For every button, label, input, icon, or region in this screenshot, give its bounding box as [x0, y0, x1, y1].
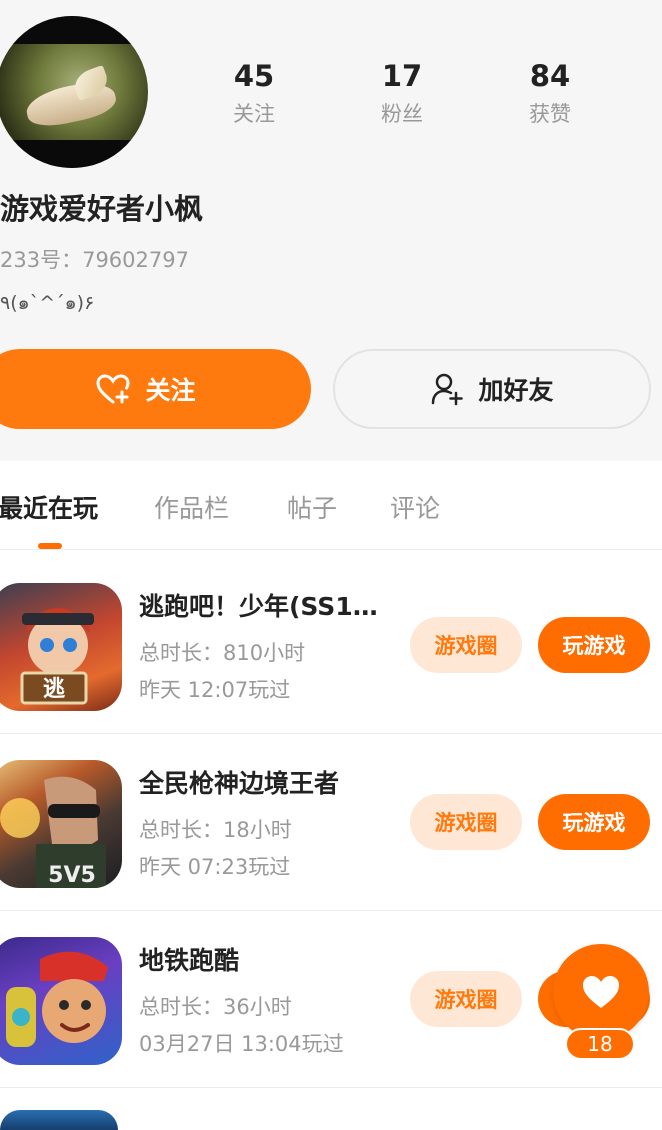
heart-plus-icon: [96, 374, 130, 404]
stat-following-value: 45: [233, 59, 275, 93]
svg-text:5V5: 5V5: [48, 863, 96, 888]
game-last-played: 03月27日 13:04玩过: [139, 1032, 344, 1056]
stat-likes-label: 获赞: [529, 102, 571, 126]
stat-fans[interactable]: 17 粉丝: [342, 58, 462, 128]
list-item-game[interactable]: 5V5 全民枪神边境王者 总时长：18小时 昨天 07:23玩过 游戏圈 玩游戏: [0, 734, 662, 911]
tab-works[interactable]: 作品栏: [154, 489, 229, 525]
add-friend-button-label: 加好友: [478, 376, 554, 405]
game-title: 地铁跑酷: [139, 946, 240, 975]
follow-button[interactable]: 关注: [0, 349, 311, 429]
avatar-bottom-band: [0, 140, 148, 168]
stat-following-label: 关注: [233, 102, 275, 126]
play-game-button[interactable]: 玩游戏: [538, 617, 650, 673]
stat-fans-value: 17: [381, 59, 423, 93]
game-title: 全民枪神边境王者: [139, 769, 340, 798]
profile-header: 45 关注 17 粉丝 84 获赞 游戏爱好者小枫 233号：79602797 …: [0, 0, 662, 461]
game-circle-button[interactable]: 游戏圈: [410, 794, 522, 850]
stat-likes-value: 84: [529, 59, 571, 93]
stat-likes[interactable]: 84 获赞: [490, 58, 610, 128]
game-duration: 总时长：810小时: [139, 641, 306, 665]
add-user-icon: [432, 373, 464, 406]
svg-text:逃: 逃: [43, 677, 66, 702]
subway-surf-game-icon[interactable]: [0, 937, 122, 1065]
tab-recently-played[interactable]: 最近在玩: [0, 489, 98, 525]
tab-comments[interactable]: 评论: [390, 489, 440, 525]
nickname: 游戏爱好者小枫: [0, 192, 204, 226]
escape-game-icon[interactable]: 逃: [0, 583, 122, 711]
tab-posts[interactable]: 帖子: [287, 489, 337, 525]
game-circle-button[interactable]: 游戏圈: [410, 971, 522, 1027]
stat-following[interactable]: 45 关注: [194, 58, 314, 128]
shooter-game-icon[interactable]: 5V5: [0, 760, 122, 888]
game-last-played: 昨天 12:07玩过: [139, 678, 291, 702]
bio: ٩(๑`^´๑)۶: [0, 292, 95, 314]
profile-tabs: 最近在玩 作品栏 帖子 评论: [0, 461, 662, 550]
game-last-played: 昨天 07:23玩过: [139, 855, 291, 879]
like-count-badge: 18: [565, 1028, 635, 1060]
list-item-game[interactable]: 逃 逃跑吧！少年(SS1… 总时长：810小时 昨天 12:07玩过 游戏圈 玩…: [0, 557, 662, 734]
stat-fans-label: 粉丝: [381, 102, 423, 126]
game-duration: 总时长：18小时: [139, 818, 292, 842]
avatar[interactable]: [0, 16, 148, 168]
like-floating-button[interactable]: [553, 944, 649, 1040]
partial-game-icon[interactable]: [0, 1110, 118, 1130]
follow-button-label: 关注: [145, 376, 196, 405]
heart-icon: [583, 976, 619, 1008]
game-duration: 总时长：36小时: [139, 995, 292, 1019]
game-title: 逃跑吧！少年(SS1…: [139, 592, 378, 621]
avatar-top-band: [0, 16, 148, 44]
play-game-button[interactable]: 玩游戏: [538, 794, 650, 850]
active-tab-indicator: [38, 543, 62, 549]
user-id: 233号：79602797: [0, 248, 189, 272]
game-circle-button[interactable]: 游戏圈: [410, 617, 522, 673]
add-friend-button[interactable]: 加好友: [333, 349, 651, 429]
